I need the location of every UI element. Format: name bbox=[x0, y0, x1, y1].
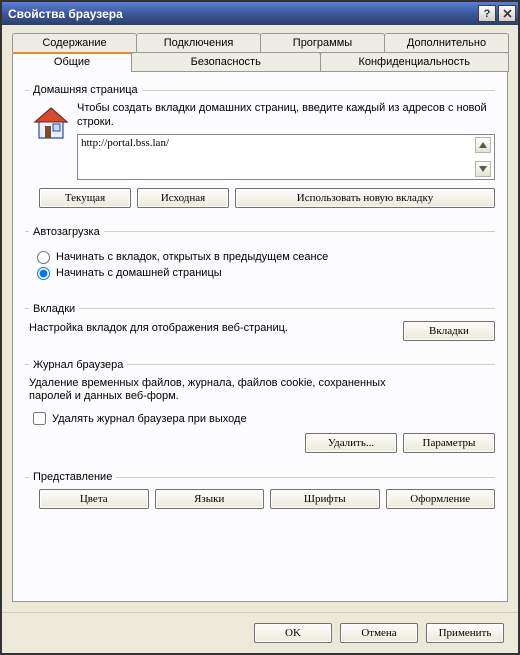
tab-row-1: Содержание Подключения Программы Дополни… bbox=[12, 33, 508, 53]
group-history-legend: Журнал браузера bbox=[29, 359, 127, 371]
group-startup: Автозагрузка Начинать с вкладок, открыты… bbox=[25, 226, 495, 295]
radio-start-home-label: Начинать с домашней страницы bbox=[56, 267, 222, 279]
home-desc: Чтобы создать вкладки домашних страниц, … bbox=[77, 102, 495, 130]
close-icon bbox=[503, 9, 512, 18]
home-default-button[interactable]: Исходная bbox=[137, 188, 229, 208]
group-history: Журнал браузера Удаление временных файло… bbox=[25, 359, 495, 464]
tab-row-2: Общие Безопасность Конфиденциальность bbox=[12, 52, 508, 72]
radio-start-last[interactable]: Начинать с вкладок, открытых в предыдуще… bbox=[37, 251, 491, 264]
ok-button[interactable]: OK bbox=[254, 623, 332, 643]
apply-button[interactable]: Применить bbox=[426, 623, 504, 643]
group-home-legend: Домашняя страница bbox=[29, 84, 142, 96]
home-icon bbox=[31, 104, 71, 144]
chevron-down-icon bbox=[479, 166, 487, 172]
tab-privacy[interactable]: Конфиденциальность bbox=[320, 52, 510, 72]
appearance-colors-button[interactable]: Цвета bbox=[39, 489, 149, 509]
history-delete-onexit-input[interactable] bbox=[33, 412, 46, 425]
scroll-down-button[interactable] bbox=[475, 161, 491, 177]
history-params-button[interactable]: Параметры bbox=[403, 433, 495, 453]
radio-start-home[interactable]: Начинать с домашней страницы bbox=[37, 267, 491, 280]
dialog-buttons: OK Отмена Применить bbox=[2, 612, 518, 653]
history-delete-onexit-label: Удалять журнал браузера при выходе bbox=[52, 413, 247, 425]
window-title: Свойства браузера bbox=[8, 7, 476, 21]
tab-connections[interactable]: Подключения bbox=[136, 33, 261, 53]
history-delete-button[interactable]: Удалить... bbox=[305, 433, 397, 453]
home-url-scroll bbox=[475, 137, 491, 177]
group-appearance: Представление Цвета Языки Шрифты Оформле… bbox=[25, 471, 495, 519]
radio-start-last-input[interactable] bbox=[37, 251, 50, 264]
cancel-button[interactable]: Отмена bbox=[340, 623, 418, 643]
group-startup-legend: Автозагрузка bbox=[29, 226, 104, 238]
home-current-button[interactable]: Текущая bbox=[39, 188, 131, 208]
history-desc: Удаление временных файлов, журнала, файл… bbox=[29, 377, 409, 405]
tab-advanced[interactable]: Дополнительно bbox=[384, 33, 509, 53]
home-newtab-button[interactable]: Использовать новую вкладку bbox=[235, 188, 495, 208]
tabs-desc: Настройка вкладок для отображения веб-ст… bbox=[29, 321, 403, 335]
group-appearance-legend: Представление bbox=[29, 471, 116, 483]
tab-general[interactable]: Общие bbox=[12, 52, 132, 72]
tab-programs[interactable]: Программы bbox=[260, 33, 385, 53]
titlebar: Свойства браузера ? bbox=[2, 2, 518, 25]
tab-security[interactable]: Безопасность bbox=[131, 52, 321, 72]
radio-start-last-label: Начинать с вкладок, открытых в предыдуще… bbox=[56, 251, 328, 263]
home-url-input[interactable]: http://portal.bss.lan/ bbox=[77, 134, 495, 180]
history-delete-onexit[interactable]: Удалять журнал браузера при выходе bbox=[33, 412, 495, 425]
help-button[interactable]: ? bbox=[478, 5, 496, 22]
tab-panel-general: Домашняя страница Чтобы создать вкладки … bbox=[12, 72, 508, 602]
tab-content[interactable]: Содержание bbox=[12, 33, 137, 53]
home-url-text: http://portal.bss.lan/ bbox=[81, 137, 475, 177]
chevron-up-icon bbox=[479, 142, 487, 148]
group-home: Домашняя страница Чтобы создать вкладки … bbox=[25, 84, 495, 218]
appearance-lang-button[interactable]: Языки bbox=[155, 489, 265, 509]
tabs-settings-button[interactable]: Вкладки bbox=[403, 321, 495, 341]
appearance-fonts-button[interactable]: Шрифты bbox=[270, 489, 380, 509]
scroll-up-button[interactable] bbox=[475, 137, 491, 153]
close-button[interactable] bbox=[498, 5, 516, 22]
group-tabs: Вкладки Настройка вкладок для отображени… bbox=[25, 303, 495, 351]
appearance-accessibility-button[interactable]: Оформление bbox=[386, 489, 496, 509]
group-tabs-legend: Вкладки bbox=[29, 303, 79, 315]
radio-start-home-input[interactable] bbox=[37, 267, 50, 280]
